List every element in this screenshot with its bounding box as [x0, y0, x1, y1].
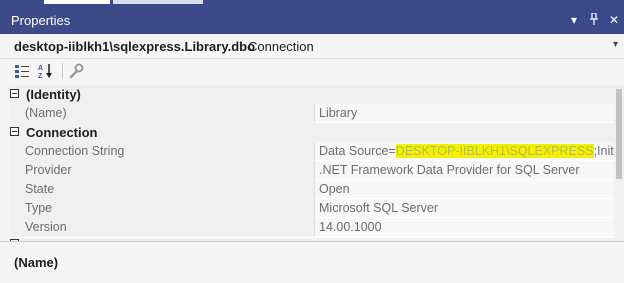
property-name: Type — [25, 199, 309, 218]
svg-text:Z: Z — [38, 73, 43, 80]
property-pages-icon[interactable] — [67, 62, 85, 80]
window-title: Properties — [11, 13, 71, 28]
pin-icon[interactable] — [588, 12, 600, 28]
category-identity[interactable]: (Identity) — [9, 85, 614, 104]
category-connection[interactable]: Connection — [9, 123, 614, 142]
property-row[interactable]: Provider .NET Framework Data Provider fo… — [9, 161, 614, 180]
highlighted-text: DESKTOP-IIBLKH1\SQLEXPRESS — [395, 144, 594, 158]
property-grid: (Identity) (Name) Library Connection Con… — [9, 85, 614, 241]
tool-window-titlebar: Properties ▾ ✕ — [0, 8, 624, 34]
property-name: Version — [25, 218, 309, 237]
object-selector[interactable]: desktop-iiblkh1\sqlexpress.Library.dbo C… — [0, 34, 624, 59]
value-suffix: ;Initial Ca — [593, 144, 614, 158]
property-row[interactable]: Type Microsoft SQL Server — [9, 199, 614, 218]
property-row[interactable]: Version 14.00.1000 — [9, 218, 614, 237]
category-label: (Identity) — [26, 87, 81, 102]
category-label: Connection — [26, 125, 98, 140]
collapse-icon[interactable] — [10, 89, 19, 98]
properties-toolbar: A Z — [0, 59, 624, 83]
document-tab[interactable] — [44, 0, 110, 4]
description-title: (Name) — [14, 255, 59, 270]
object-type: Connection — [248, 39, 314, 54]
toolbar-separator — [62, 63, 63, 79]
property-value[interactable]: Library — [314, 104, 614, 123]
property-value[interactable]: Microsoft SQL Server — [314, 199, 614, 218]
property-row[interactable]: Connection String Data Source=DESKTOP-II… — [9, 142, 614, 161]
property-name: Connection String — [25, 142, 309, 161]
categorized-icon[interactable] — [13, 62, 31, 80]
collapse-icon[interactable] — [10, 127, 19, 136]
object-name: desktop-iiblkh1\sqlexpress.Library.dbo — [14, 39, 256, 54]
vertical-scrollbar[interactable] — [614, 85, 624, 241]
document-tab[interactable] — [113, 0, 203, 4]
window-position-dropdown-icon[interactable]: ▾ — [568, 13, 580, 28]
property-row[interactable]: State Open — [9, 180, 614, 199]
description-pane: (Name) — [0, 241, 624, 283]
document-tabs-strip — [0, 0, 624, 8]
property-name: State — [25, 180, 309, 199]
alphabetical-icon[interactable]: A Z — [37, 62, 55, 80]
connection-string-value[interactable]: Data Source=DESKTOP-IIBLKH1\SQLEXPRESS;I… — [314, 142, 614, 161]
value-prefix: Data Source= — [319, 144, 396, 158]
scrollbar-thumb[interactable] — [616, 89, 622, 179]
property-name: (Name) — [25, 104, 309, 123]
property-value[interactable]: 14.00.1000 — [314, 218, 614, 237]
property-value[interactable]: Open — [314, 180, 614, 199]
property-value[interactable]: .NET Framework Data Provider for SQL Ser… — [314, 161, 614, 180]
property-name: Provider — [25, 161, 309, 180]
property-row[interactable]: (Name) Library — [9, 104, 614, 123]
svg-text:A: A — [38, 65, 43, 72]
properties-window: Properties ▾ ✕ desktop-iiblkh1\sqlexpres… — [0, 0, 624, 283]
close-icon[interactable]: ✕ — [608, 13, 620, 28]
chevron-down-icon[interactable]: ▾ — [613, 39, 618, 50]
